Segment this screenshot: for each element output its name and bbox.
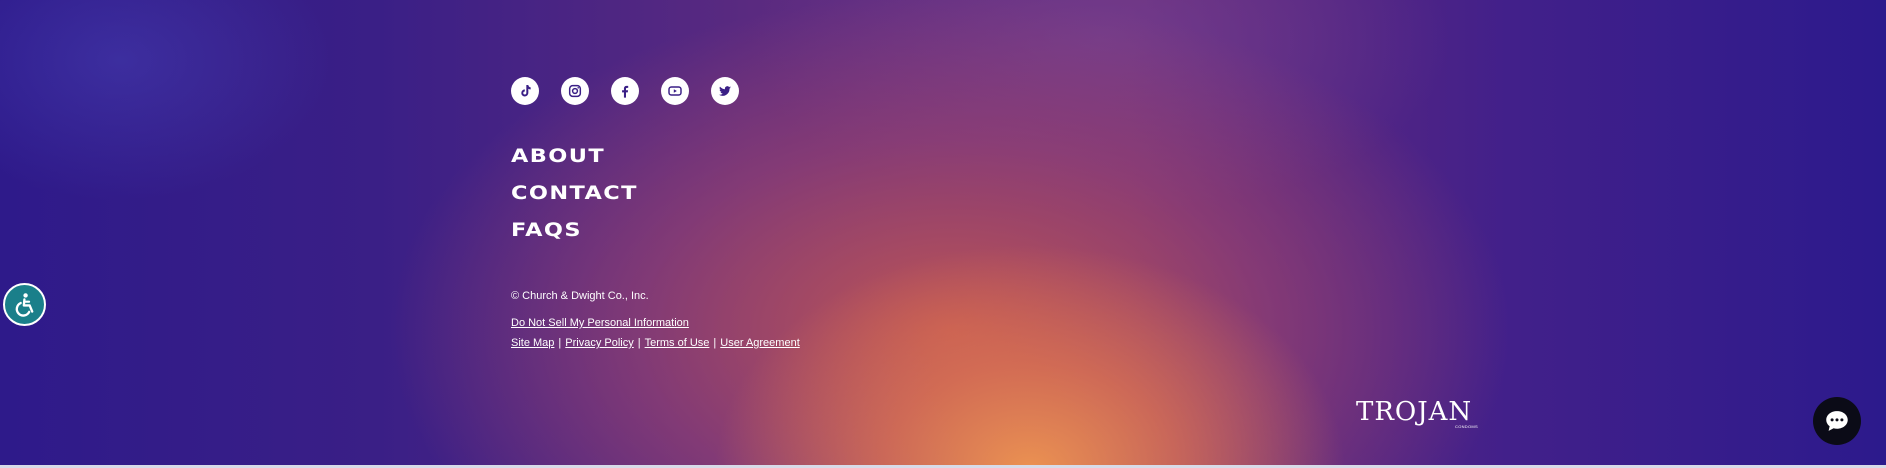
do-not-sell-link[interactable]: Do Not Sell My Personal Information (511, 317, 689, 329)
instagram-icon[interactable] (561, 77, 589, 105)
tiktok-icon[interactable] (511, 77, 539, 105)
separator: | (558, 337, 562, 349)
legal-links: Site Map | Privacy Policy | Terms of Use… (511, 337, 800, 349)
footer-nav: ABOUT CONTACT FAQS (511, 145, 636, 242)
separator: | (713, 337, 717, 349)
facebook-icon[interactable] (611, 77, 639, 105)
chat-button[interactable] (1813, 397, 1861, 445)
terms-of-use-link[interactable]: Terms of Use (645, 337, 710, 349)
youtube-icon[interactable] (661, 77, 689, 105)
nav-about-link[interactable]: ABOUT (511, 145, 638, 168)
accessibility-button[interactable] (3, 283, 46, 326)
copyright-text: © Church & Dwight Co., Inc. (511, 290, 649, 302)
social-links (511, 77, 739, 105)
logo-wordmark: TROJAN (1356, 397, 1473, 427)
logo-tagline: CONDOMS (1455, 424, 1478, 429)
accessibility-icon (15, 292, 33, 317)
separator: | (637, 337, 641, 349)
trojan-logo: TROJAN CONDOMS (1356, 399, 1480, 429)
twitter-icon[interactable] (711, 77, 739, 105)
privacy-policy-link[interactable]: Privacy Policy (565, 337, 633, 349)
user-agreement-link[interactable]: User Agreement (720, 337, 799, 349)
nav-contact-link[interactable]: CONTACT (511, 182, 638, 205)
nav-faqs-link[interactable]: FAQS (511, 219, 638, 242)
chat-bubble-icon (1826, 411, 1848, 431)
site-map-link[interactable]: Site Map (511, 337, 554, 349)
